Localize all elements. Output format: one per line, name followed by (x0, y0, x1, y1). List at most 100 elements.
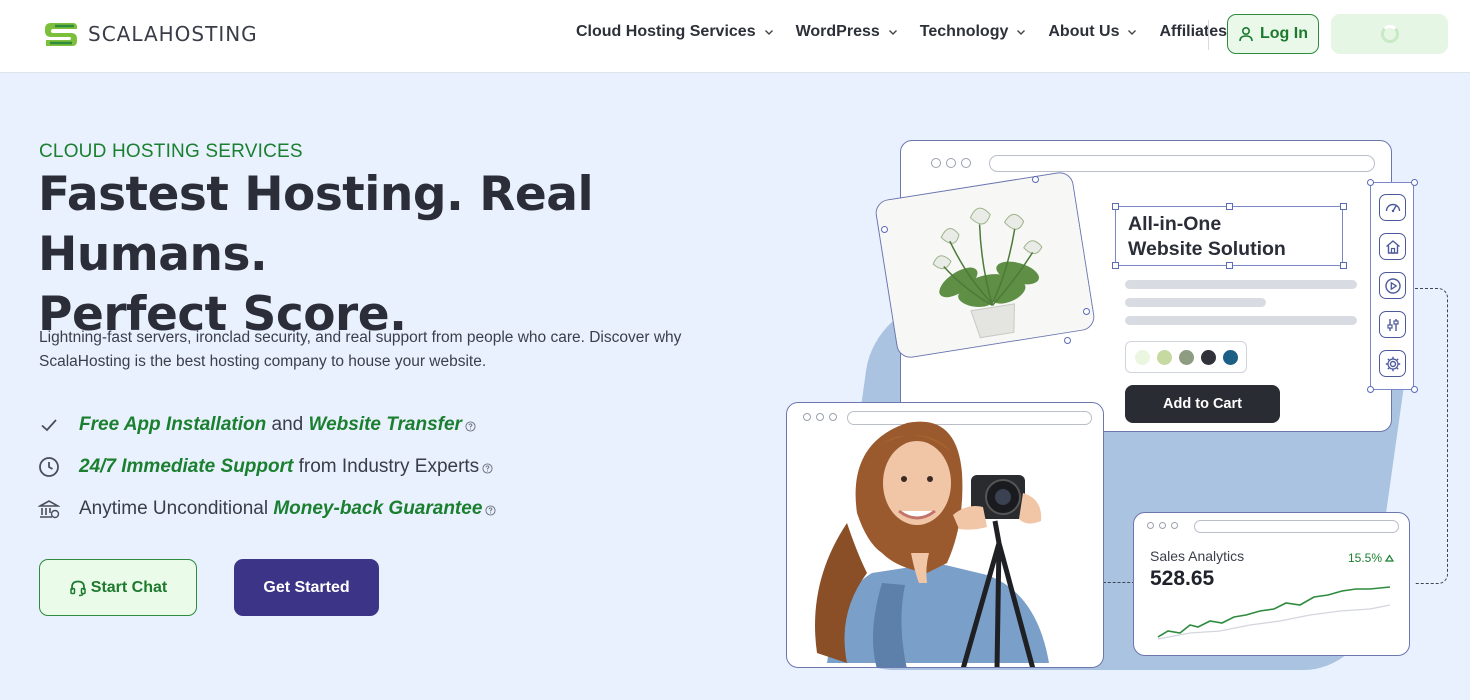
feature-text: and (266, 414, 309, 435)
selection-handle (1064, 337, 1071, 344)
settings-icon[interactable] (1379, 350, 1406, 377)
bank-icon (38, 498, 60, 520)
placeholder-line (1125, 280, 1357, 289)
selection-handle (1411, 179, 1418, 186)
photo-card (786, 402, 1104, 668)
scala-logo-icon (45, 23, 77, 46)
sales-change-value: 15.5% (1348, 551, 1383, 565)
main-nav: Cloud Hosting Services WordPress Technol… (576, 23, 1249, 41)
hero-eyebrow: CLOUD HOSTING SERVICES (39, 141, 303, 162)
url-bar (1194, 520, 1399, 533)
help-icon[interactable] (485, 504, 496, 516)
logo-text: SCALAHOSTING (88, 22, 258, 46)
feature-item: 24/7 Immediate Support from Industry Exp… (38, 446, 496, 488)
placeholder-line (1125, 298, 1266, 307)
aio-line-1: All-in-One (1128, 213, 1222, 235)
hero-headline: Fastest Hosting. Real Humans. Perfect Sc… (38, 165, 758, 345)
selection-handle (1367, 386, 1374, 393)
check-icon (38, 414, 60, 436)
feature-item: Free App Installation and Website Transf… (38, 404, 496, 446)
help-icon[interactable] (465, 420, 476, 432)
feature-text: from Industry Experts (293, 456, 480, 477)
placeholder-line (1125, 316, 1357, 325)
nav-about-us[interactable]: About Us (1048, 23, 1137, 41)
signup-button[interactable] (1331, 14, 1448, 54)
help-icon[interactable] (482, 462, 493, 474)
chevron-down-icon (1017, 30, 1026, 35)
aio-line-2: Website Solution (1128, 238, 1286, 260)
trend-up-icon (1385, 554, 1395, 562)
nav-technology[interactable]: Technology (920, 23, 1027, 41)
nav-label: WordPress (795, 23, 880, 40)
selection-handle (1411, 386, 1418, 393)
connector-line (1415, 288, 1448, 584)
sales-title: Sales Analytics (1150, 548, 1245, 564)
selection-handle (1340, 262, 1347, 269)
user-icon (1239, 26, 1253, 42)
photographer-illustration (815, 421, 1049, 667)
sales-sparkline (1157, 586, 1391, 640)
hero-lead: Lightning-fast servers, ironclad securit… (39, 329, 682, 370)
login-label: Log In (1260, 25, 1308, 42)
nav-divider (1208, 20, 1209, 50)
feature-highlight[interactable]: Free App Installation (79, 414, 266, 436)
selection-handle (1340, 203, 1347, 210)
start-chat-label: Start Chat (90, 578, 168, 596)
site-header: SCALAHOSTING Cloud Hosting Services Word… (0, 0, 1470, 73)
color-swatches (1125, 341, 1247, 373)
sales-analytics-card: Sales Analytics 528.65 15.5% (1133, 512, 1410, 656)
nav-label: Affiliates (1159, 23, 1228, 40)
swatch[interactable] (1178, 349, 1194, 365)
selection-handle (1367, 179, 1374, 186)
headline-line-1: Fastest Hosting. Real Humans. (38, 167, 594, 282)
selection-handle (1226, 203, 1233, 210)
selection-handle (1112, 203, 1119, 210)
feature-item: Anytime Unconditional Money-back Guarant… (38, 488, 496, 530)
add-to-cart-button[interactable]: Add to Cart (1125, 385, 1280, 423)
swatch[interactable] (1156, 349, 1172, 365)
chevron-down-icon (764, 30, 773, 35)
nav-label: Cloud Hosting Services (576, 23, 756, 40)
swatch[interactable] (1134, 349, 1150, 365)
play-icon[interactable] (1379, 272, 1406, 299)
nav-label: About Us (1048, 23, 1120, 40)
plant-image-card (873, 170, 1097, 360)
window-dots (931, 158, 971, 168)
sales-change: 15.5% (1348, 551, 1395, 565)
feature-text: Anytime Unconditional (79, 498, 274, 519)
selection-handle (1112, 262, 1119, 269)
feature-highlight[interactable]: 24/7 Immediate Support (79, 456, 293, 478)
feature-list: Free App Installation and Website Transf… (38, 404, 496, 530)
tool-panel (1370, 182, 1414, 390)
get-started-button[interactable]: Get Started (234, 559, 379, 616)
headset-icon (70, 580, 86, 596)
logo[interactable]: SCALAHOSTING (42, 19, 258, 49)
nav-cloud-hosting[interactable]: Cloud Hosting Services (576, 23, 774, 41)
connector-line (1103, 582, 1135, 583)
swatch[interactable] (1200, 349, 1216, 365)
chevron-down-icon (1128, 30, 1137, 35)
selection-handle (1032, 176, 1039, 183)
clock-icon (38, 456, 60, 478)
sliders-icon[interactable] (1379, 311, 1406, 338)
dashboard-icon[interactable] (1379, 194, 1406, 221)
chevron-down-icon (888, 30, 897, 35)
hero-illustration: All-in-One Website Solution Add to Cart (780, 130, 1470, 690)
selection-handle (1226, 262, 1233, 269)
swatch[interactable] (1222, 349, 1238, 365)
nav-affiliates[interactable]: Affiliates (1159, 23, 1227, 41)
login-button[interactable]: Log In (1227, 14, 1319, 54)
aio-heading: All-in-One Website Solution (1128, 212, 1348, 262)
plant-illustration (874, 171, 1097, 360)
selection-handle (881, 226, 888, 233)
start-chat-button[interactable]: Start Chat (39, 559, 197, 616)
window-dots (1147, 522, 1178, 529)
nav-wordpress[interactable]: WordPress (796, 23, 898, 41)
feature-highlight[interactable]: Money-back Guarantee (273, 498, 482, 520)
selection-handle (1083, 308, 1090, 315)
home-icon[interactable] (1379, 233, 1406, 260)
nav-label: Technology (919, 23, 1009, 40)
loading-spinner-icon (1380, 25, 1399, 43)
url-bar (989, 155, 1375, 172)
feature-highlight[interactable]: Website Transfer (308, 414, 461, 436)
